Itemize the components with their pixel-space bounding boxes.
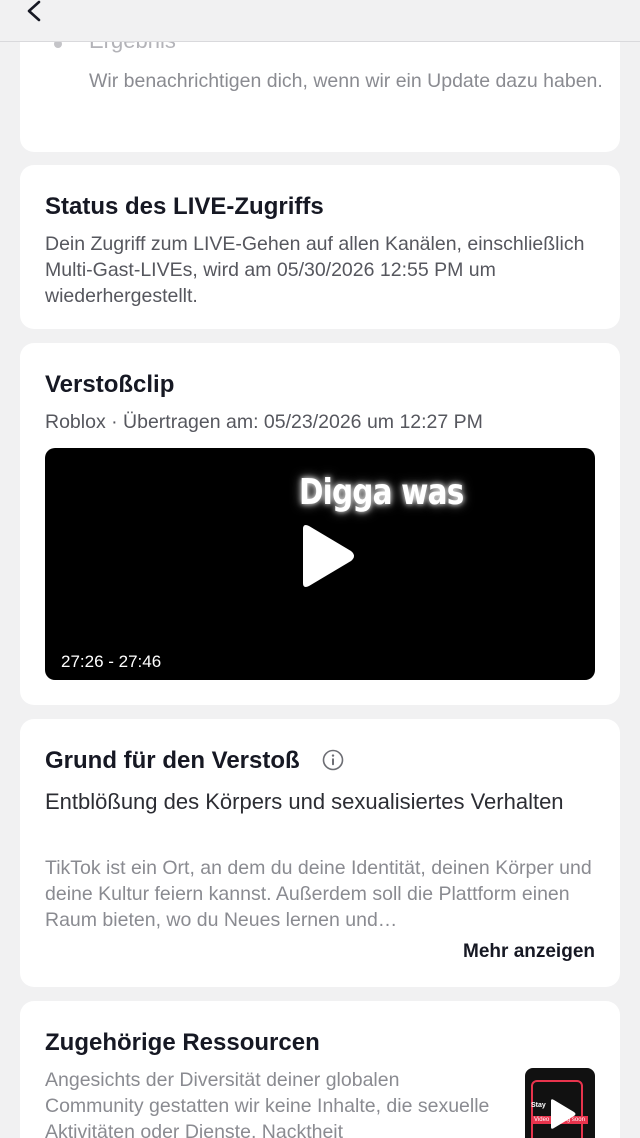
- play-icon[interactable]: [295, 523, 357, 589]
- live-access-status-card: Status des LIVE-Zugriffs Dein Zugriff zu…: [20, 165, 620, 329]
- video-caption: Digga was: [299, 472, 464, 513]
- status-text: Dein Zugriff zum LIVE-Gehen auf allen Ka…: [45, 233, 585, 307]
- chevron-left-icon: [27, 0, 41, 22]
- violation-reason-card: Grund für den Verstoß Entblößung des Kör…: [20, 719, 620, 987]
- resource-video-thumbnail[interactable]: Stay Video coming soon: [525, 1068, 595, 1138]
- status-title: Status des LIVE-Zugriffs: [45, 193, 324, 220]
- reason-description: TikTok ist ein Ort, an dem du deine Iden…: [45, 857, 592, 931]
- related-resources-card: Zugehörige Ressourcen Angesichts der Div…: [20, 1001, 620, 1138]
- violation-clip-card: Verstoßclip Roblox · Übertragen am: 05/2…: [20, 343, 620, 705]
- video-time-range: 27:26 - 27:46: [61, 652, 162, 671]
- video-player[interactable]: Digga was 27:26 - 27:46: [45, 448, 595, 680]
- step-description: Wir benachrichtigen dich, wenn wir ein U…: [89, 70, 603, 92]
- back-button[interactable]: [18, 0, 52, 28]
- clip-meta: Roblox · Übertragen am: 05/23/2026 um 12…: [45, 411, 483, 433]
- top-nav-bar: [0, 0, 640, 42]
- thumbnail-text: Stay: [531, 1102, 546, 1109]
- reason-headline: Entblößung des Körpers und sexualisierte…: [45, 789, 564, 814]
- resources-title: Zugehörige Ressourcen: [45, 1029, 320, 1056]
- reason-title: Grund für den Verstoß: [45, 747, 300, 774]
- play-icon: [551, 1099, 576, 1129]
- clip-title: Verstoßclip: [45, 371, 175, 398]
- show-more-link[interactable]: Mehr anzeigen: [463, 941, 595, 963]
- resources-description: Angesichts der Diversität deiner globale…: [45, 1069, 490, 1138]
- info-icon[interactable]: [322, 749, 344, 771]
